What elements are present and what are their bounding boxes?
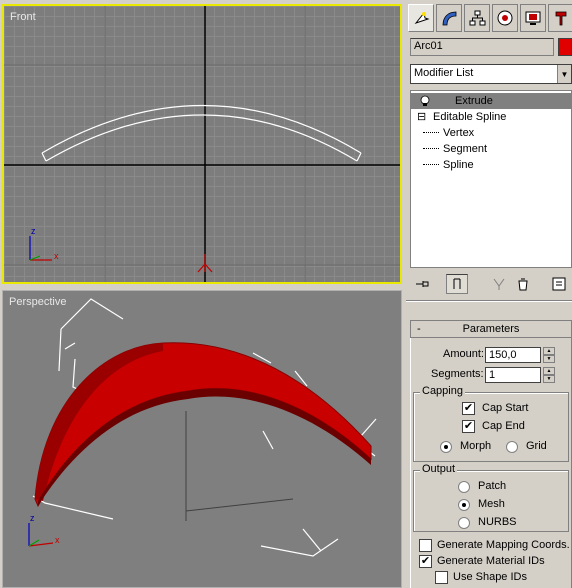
pin-icon — [416, 281, 429, 287]
use-shape-ids-checkbox[interactable] — [435, 571, 448, 584]
pivot-icon — [197, 254, 213, 273]
create-icon — [414, 11, 430, 25]
rollout-collapse-icon: - — [417, 323, 421, 335]
motion-tab[interactable] — [492, 4, 518, 32]
generate-material-ids-checkbox[interactable]: ✔ — [419, 555, 432, 568]
patch-radio[interactable] — [458, 481, 470, 493]
remove-modifier-button[interactable] — [512, 274, 534, 294]
configure-modifier-sets-button[interactable] — [548, 274, 570, 294]
front-axis-x-label: x — [54, 251, 59, 261]
output-title: Output — [420, 463, 458, 475]
segments-spinner[interactable]: ▲ ▼ — [543, 367, 555, 383]
display-tab[interactable] — [520, 4, 546, 32]
chevron-down-icon[interactable]: ▼ — [557, 65, 571, 83]
front-axis-z-label: z — [31, 226, 36, 236]
modify-tab[interactable] — [436, 4, 462, 32]
persp-axis-z-label: z — [30, 513, 35, 523]
stack-item-vertex[interactable]: Vertex — [411, 125, 571, 141]
axis-tripod-icon — [29, 236, 52, 261]
generate-mapping-coords-label[interactable]: Generate Mapping Coords. — [437, 539, 570, 551]
stack-item-extrude[interactable]: Extrude — [411, 93, 571, 109]
stack-item-segment[interactable]: Segment — [411, 141, 571, 157]
utilities-icon — [555, 11, 567, 26]
grid-label[interactable]: Grid — [526, 440, 547, 452]
morph-radio[interactable] — [440, 441, 452, 453]
parameters-rollout: Amount: 150,0 ▲ ▼ Segments: 1 ▲ ▼ Capping … — [410, 338, 572, 588]
show-end-result-icon — [453, 278, 461, 289]
patch-label[interactable]: Patch — [478, 480, 506, 492]
make-unique-icon — [493, 278, 505, 290]
output-group: Output Patch Mesh NURBS — [413, 463, 569, 532]
show-end-result-button[interactable] — [446, 274, 468, 294]
amount-spinner[interactable]: ▲ ▼ — [543, 347, 555, 363]
mesh-label[interactable]: Mesh — [478, 498, 505, 510]
arc-spline-outer — [41, 105, 362, 154]
stack-item-label: Vertex — [443, 127, 475, 139]
cap-start-label[interactable]: Cap Start — [482, 402, 528, 414]
grid-radio[interactable] — [506, 441, 518, 453]
parameters-rollout-header[interactable]: - Parameters — [410, 320, 572, 338]
parameters-title: Parameters — [462, 323, 520, 335]
modifier-list-dropdown[interactable]: Modifier List ▼ — [410, 64, 572, 84]
mesh-radio[interactable] — [458, 499, 470, 511]
generate-material-ids-label[interactable]: Generate Material IDs — [437, 555, 545, 567]
object-color-swatch[interactable] — [558, 38, 572, 56]
cap-start-checkbox[interactable]: ✔ — [462, 402, 475, 415]
segments-input[interactable]: 1 — [485, 367, 541, 383]
nurbs-label[interactable]: NURBS — [478, 516, 517, 528]
arc-spline-inner — [45, 114, 358, 162]
use-shape-ids-label[interactable]: Use Shape IDs — [453, 571, 527, 583]
stack-item-label: Segment — [443, 143, 488, 155]
make-unique-button[interactable] — [488, 274, 510, 294]
perspective-viewport-canvas — [28, 298, 377, 557]
stack-item-label: Editable Spline — [433, 111, 507, 123]
modify-icon — [442, 11, 457, 26]
hierarchy-icon — [469, 10, 486, 26]
stack-item-label: Extrude — [455, 95, 493, 107]
pin-stack-button[interactable] — [412, 274, 434, 294]
stack-item-editable-spline[interactable]: ⊟ Editable Spline — [411, 109, 571, 125]
stack-toolbar — [410, 272, 572, 296]
utilities-tab[interactable] — [548, 4, 572, 32]
capping-title: Capping — [420, 385, 465, 397]
stack-item-spline[interactable]: Spline — [411, 157, 571, 173]
capping-group: Capping ✔ Cap Start ✔ Cap End Morph Grid — [413, 385, 569, 462]
hierarchy-tab[interactable] — [464, 4, 490, 32]
panel-divider — [406, 300, 572, 302]
tree-line — [423, 164, 439, 165]
cap-end-checkbox[interactable]: ✔ — [462, 420, 475, 433]
nurbs-radio[interactable] — [458, 517, 470, 529]
amount-label: Amount: — [443, 348, 484, 360]
morph-label[interactable]: Morph — [460, 440, 491, 452]
front-viewport[interactable]: Front z x — [2, 4, 402, 284]
persp-axis-x-label: x — [55, 535, 60, 545]
collapse-toggle-icon[interactable]: ⊟ — [417, 109, 426, 125]
stack-item-label: Spline — [443, 159, 474, 171]
tree-line — [423, 132, 439, 133]
cap-end-label[interactable]: Cap End — [482, 420, 525, 432]
perspective-viewport[interactable]: Perspective z x — [2, 290, 402, 588]
object-name-field[interactable]: Arc01 — [410, 38, 554, 56]
amount-input[interactable]: 150,0 — [485, 347, 541, 363]
motion-icon — [497, 10, 513, 26]
command-panel-tabs — [406, 4, 572, 32]
lightbulb-icon[interactable] — [419, 95, 431, 107]
generate-mapping-coords-checkbox[interactable] — [419, 539, 432, 552]
modifier-stack: Extrude ⊟ Editable Spline Vertex Segment… — [410, 90, 572, 268]
trash-icon — [518, 278, 528, 291]
display-icon — [525, 11, 541, 25]
segments-label: Segments: — [431, 368, 484, 380]
tree-line — [423, 148, 439, 149]
modifier-list-label: Modifier List — [414, 67, 474, 79]
configure-icon — [552, 277, 566, 291]
command-panel: Arc01 Modifier List ▼ Extrude ⊟ Editable… — [406, 0, 572, 588]
front-viewport-canvas — [4, 6, 400, 282]
create-tab[interactable] — [408, 4, 434, 32]
perspective-axis-tripod-icon — [28, 523, 54, 547]
